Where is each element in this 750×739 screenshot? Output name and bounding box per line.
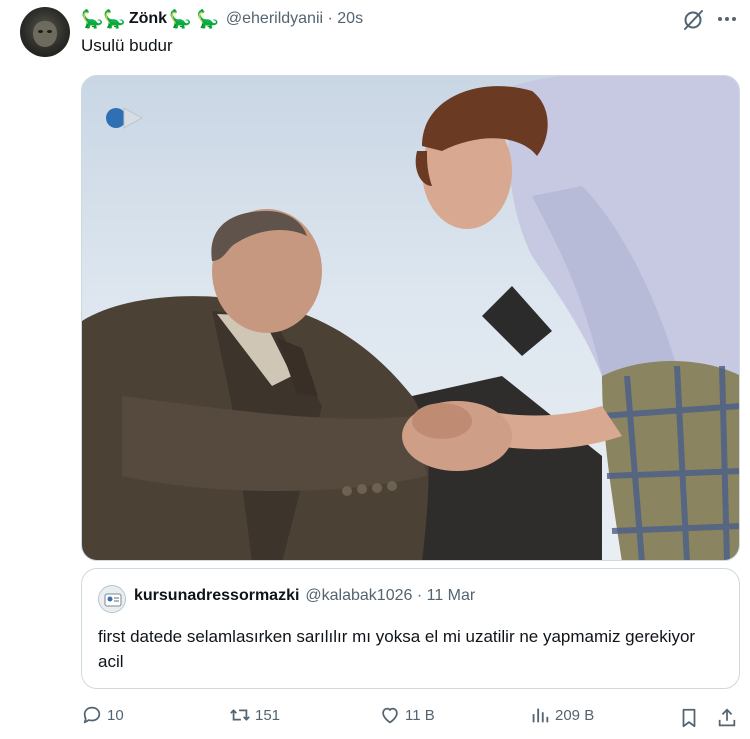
like-button[interactable]: 11 B <box>379 704 435 726</box>
action-bar: 10 151 11 B 209 B <box>0 704 750 732</box>
tweet-text: Usulü budur <box>81 36 173 55</box>
repost-icon <box>230 709 250 721</box>
views-button[interactable]: 209 B <box>529 704 594 726</box>
reply-count: 10 <box>107 706 124 724</box>
author-handle-time[interactable]: @eherildyanii · 20s <box>226 10 363 28</box>
quoted-header: kursunadressormazki @kalabak1026 · 11 Ma… <box>134 587 475 605</box>
reply-button[interactable]: 10 <box>81 704 124 726</box>
share-icon[interactable] <box>716 707 738 729</box>
channel-logo <box>106 107 144 129</box>
bookmark-icon[interactable] <box>678 707 700 729</box>
dinosaur-emoji-right: 🦕 🦕 <box>169 9 219 29</box>
dinosaur-emoji-left: 🦕🦕 <box>81 9 126 29</box>
tweet-header: 🦕🦕 Zönk 🦕 🦕 @eherildyanii · 20s <box>81 8 363 30</box>
views-count: 209 B <box>555 706 595 724</box>
grok-icon[interactable] <box>681 8 705 32</box>
quoted-author-avatar[interactable] <box>98 585 126 613</box>
repost-count: 151 <box>255 706 281 724</box>
like-count: 11 B <box>405 706 435 724</box>
quoted-text: first datede selamlasırken sarılılır mı … <box>98 627 696 671</box>
quoted-tweet[interactable]: kursunadressormazki @kalabak1026 · 11 Ma… <box>81 568 740 689</box>
quoted-handle-time[interactable]: @kalabak1026 · 11 Mar <box>305 587 475 605</box>
tweet-media-image[interactable] <box>81 75 740 561</box>
more-icon[interactable] <box>716 8 738 30</box>
repost-button[interactable]: 151 <box>229 704 280 726</box>
reply-icon <box>83 706 101 724</box>
views-icon <box>532 708 549 723</box>
author-display-name[interactable]: Zönk <box>129 10 167 28</box>
author-avatar[interactable] <box>20 7 70 57</box>
heart-icon <box>382 707 398 724</box>
quoted-display-name[interactable]: kursunadressormazki <box>134 587 299 605</box>
